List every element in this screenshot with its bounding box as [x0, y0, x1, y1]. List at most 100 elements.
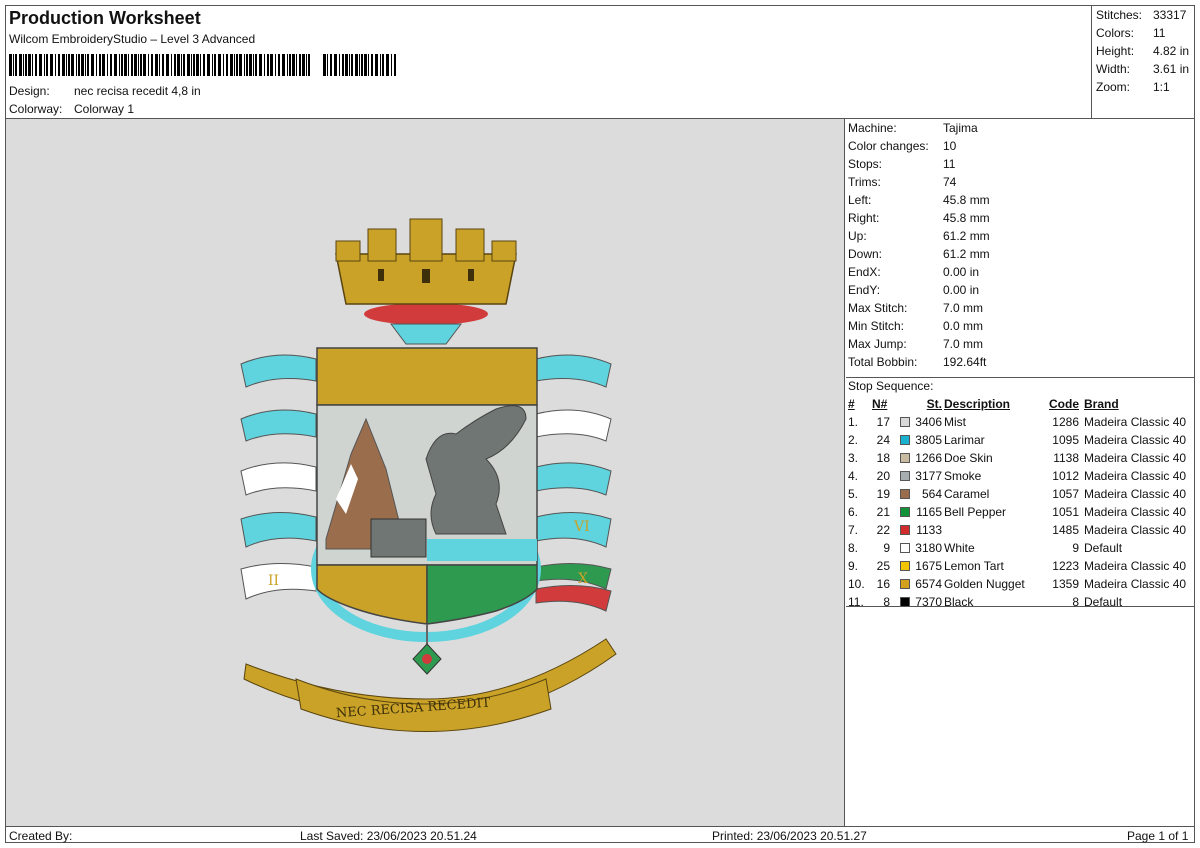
stop-stitches: 1675 [915, 559, 942, 573]
stop-stitches: 3180 [915, 541, 942, 555]
barcode-bar [44, 54, 45, 76]
machine-info-row: Trims: 74 [848, 175, 956, 189]
machine-info-label: Down: [848, 247, 883, 261]
stop-code: 1095 [1052, 433, 1079, 447]
machine-info-value: 0.00 in [943, 265, 980, 279]
barcode-bar [99, 54, 101, 76]
stop-row: 5. 19 564 Caramel 1057 Madeira Classic 40 [846, 487, 1194, 505]
barcode-bar [32, 54, 33, 76]
stop-description: White [944, 541, 975, 555]
stop-table-header: # N# St. Description Code Brand [846, 397, 1194, 415]
stop-code: 1138 [1053, 451, 1079, 465]
stop-idx: 10. [848, 577, 865, 591]
machine-info-value: 192.64ft [943, 355, 987, 369]
design-label: Design: [9, 84, 50, 98]
stop-row: 1. 17 3406 Mist 1286 Madeira Classic 40 [846, 415, 1194, 433]
barcode-bar [131, 54, 133, 76]
barcode-bar [87, 54, 89, 76]
barcode-bar [234, 54, 235, 76]
coat-of-arms-image: VI X II NEC RECISA RECEDIT [240, 218, 617, 732]
machine-info-label: Machine: [848, 121, 897, 135]
barcode-bar [264, 54, 265, 76]
barcode-bar [278, 54, 280, 76]
design-preview: VI X II NEC RECISA RECEDIT [6, 119, 845, 826]
barcode-bar [13, 54, 14, 76]
barcode-bar [359, 54, 360, 76]
stop-description: Lemon Tart [944, 559, 1004, 573]
stat-label: Height: [1096, 44, 1135, 58]
barcode-bar [218, 54, 221, 76]
stop-idx: 11. [848, 595, 864, 609]
barcode-bar [334, 54, 337, 76]
header-description: Description [944, 397, 1011, 411]
stop-code: 1057 [1052, 487, 1079, 501]
barcode-bar [253, 54, 254, 76]
stop-brand: Madeira Classic 40 [1084, 415, 1187, 429]
stop-needle: 9 [883, 541, 890, 555]
stat-label: Width: [1096, 62, 1131, 76]
stop-row: 11. 8 7370 Black 8 Default [846, 595, 1194, 613]
machine-stop-divider [846, 377, 1194, 378]
barcode-bar [110, 54, 112, 76]
barcode-bar [380, 54, 381, 76]
stop-row: 6. 21 1165 Bell Pepper 1051 Madeira Classic 4… [846, 505, 1194, 523]
stop-brand: Default [1084, 541, 1123, 555]
barcode-bar [15, 54, 17, 76]
machine-info-label: EndX: [848, 265, 881, 279]
stop-description: Smoke [944, 469, 982, 483]
barcode-bar [62, 54, 65, 76]
page-title: Production Worksheet [9, 8, 201, 28]
chest [370, 518, 427, 558]
barcode-bar [282, 54, 285, 76]
machine-info-label: Up: [848, 229, 867, 243]
barcode-bar [114, 54, 117, 76]
machine-info-value: 7.0 mm [943, 301, 984, 315]
barcode-bar [76, 54, 77, 76]
machine-info-value: 0.0 mm [943, 319, 984, 333]
stop-idx: 9. [848, 559, 859, 573]
barcode-bar [174, 54, 176, 76]
barcode-bar [148, 54, 149, 76]
barcode-bar [159, 54, 160, 76]
barcode-bar [296, 54, 297, 76]
barcode-bar [375, 54, 378, 76]
barcode-bar [177, 54, 180, 76]
stop-row: 8. 9 3180 White 9 Default [846, 541, 1194, 559]
stop-stitches: 1165 [916, 505, 942, 519]
stop-idx: 2. [848, 433, 859, 447]
barcode-bar [203, 54, 205, 76]
stop-needle: 16 [876, 577, 890, 591]
machine-info-label: Right: [848, 211, 880, 225]
machine-panel: Stop Sequence: # N# St. Description Code… [846, 119, 1194, 826]
barcode-bar [391, 54, 392, 76]
barcode-bar [299, 54, 301, 76]
machine-info-value: 74 [943, 175, 957, 189]
machine-info-value: 45.8 mm [943, 211, 990, 225]
header-code: Code [1049, 397, 1079, 411]
barcode-bar [239, 54, 242, 76]
header-n: N# [872, 397, 888, 411]
machine-info-row: Color changes: 10 [848, 139, 956, 153]
barcode-bar [355, 54, 358, 76]
barcode-bar [330, 54, 332, 76]
barcode-bar [349, 54, 350, 76]
stop-row: 4. 20 3177 Smoke 1012 Madeira Classic 40 [846, 469, 1194, 487]
barcode-bar [351, 54, 353, 76]
barcode-bar [23, 54, 24, 76]
barcode-bar [323, 54, 326, 76]
stop-needle: 19 [876, 487, 890, 501]
barcode-bar [85, 54, 86, 76]
header-brand: Brand [1084, 397, 1119, 411]
barcode-bar [155, 54, 158, 76]
machine-info-value: Tajima [943, 121, 978, 135]
barcode-bar [270, 54, 273, 76]
right-ribbons [535, 354, 612, 612]
barcode-bar [308, 54, 310, 76]
barcode-bar [119, 54, 120, 76]
worksheet-header: Production Worksheet Wilcom EmbroiderySt… [6, 6, 1091, 118]
barcode-bar [138, 54, 139, 76]
machine-info-row: Max Stitch: 7.0 mm [848, 301, 983, 315]
stop-stitches: 564 [921, 487, 942, 501]
stop-code: 1485 [1052, 523, 1079, 537]
barcode-bar [364, 54, 367, 76]
